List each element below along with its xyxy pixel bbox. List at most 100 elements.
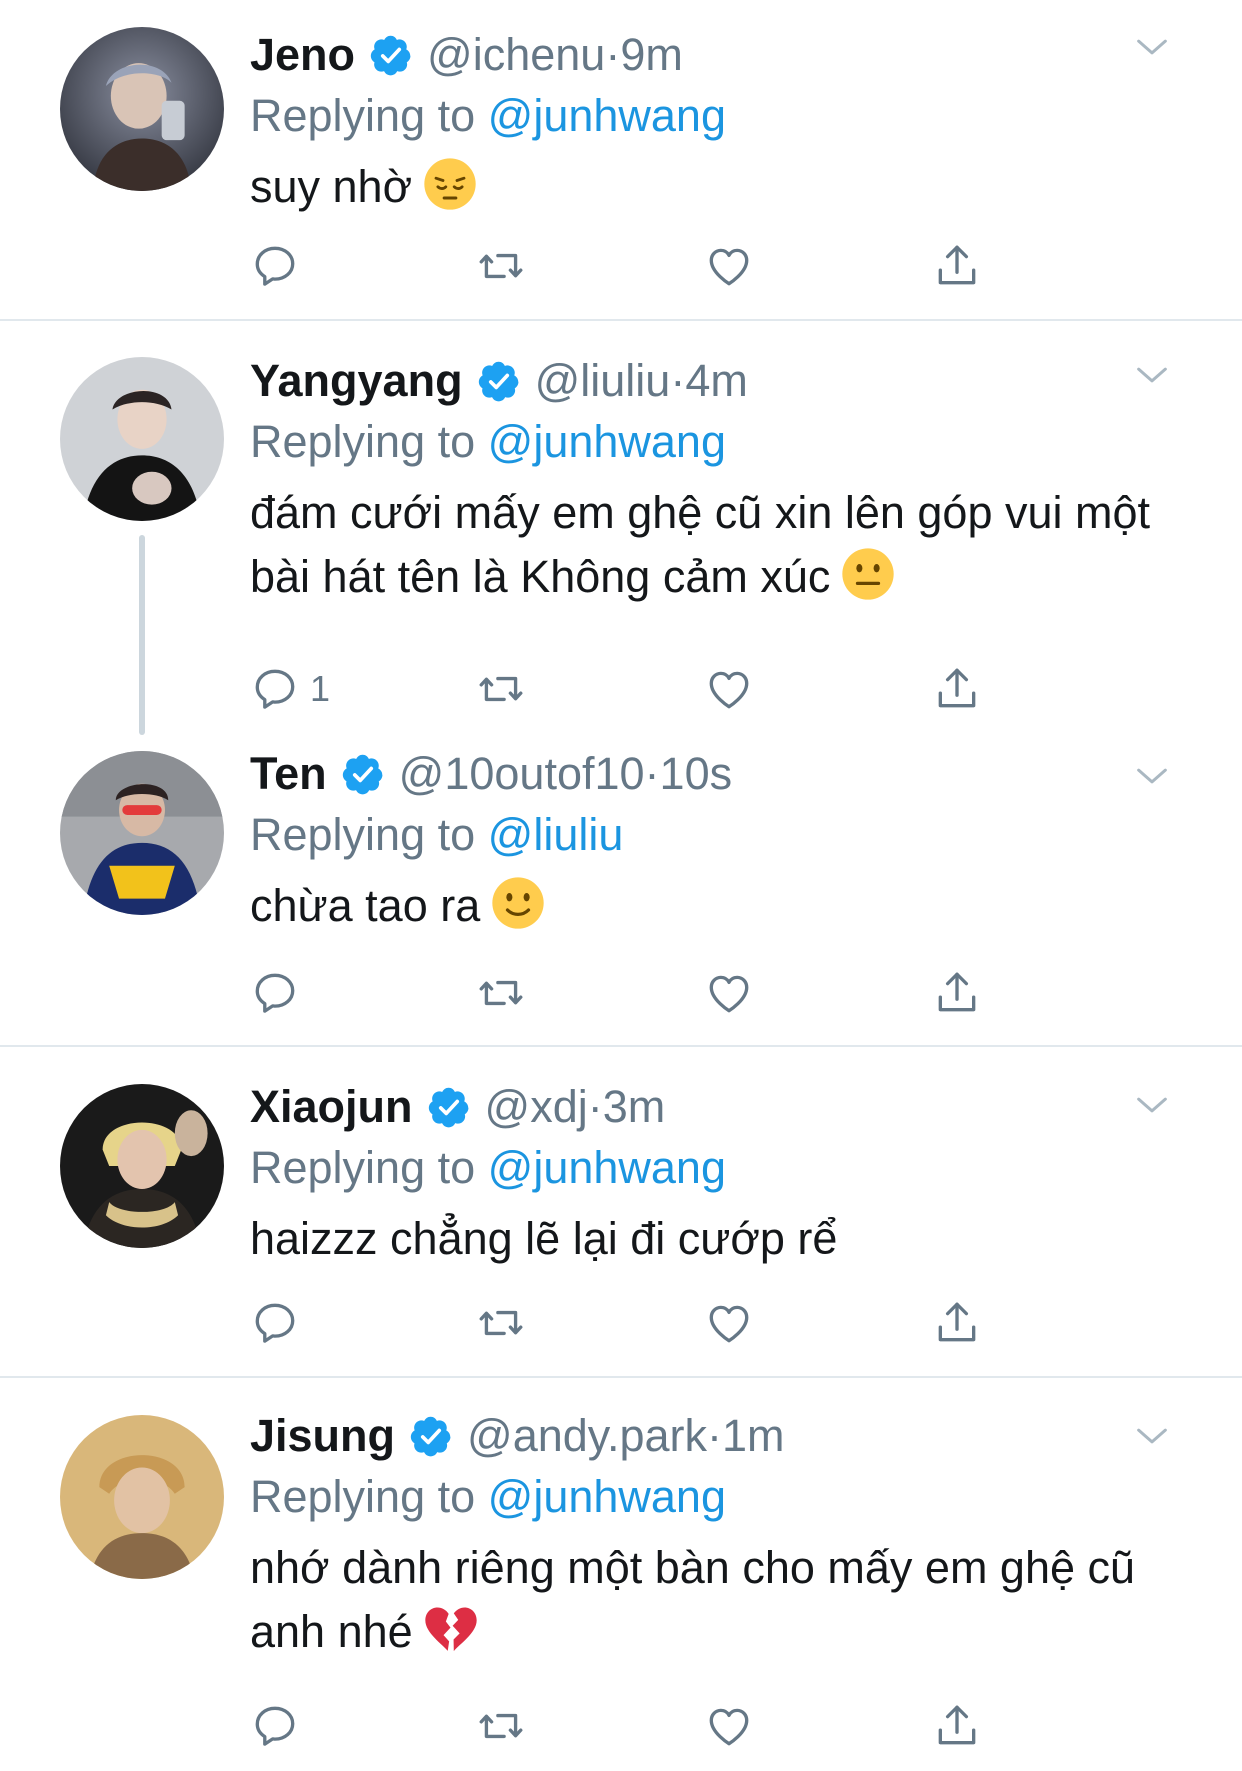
tweet-ten[interactable]: Ten @10outof10 · 10s Replying to @liuliu…	[0, 716, 1242, 1046]
like-icon	[704, 1298, 754, 1348]
replying-to: Replying to @junhwang	[250, 411, 1152, 473]
tweet-body: nhớ dành riêng một bàn cho mấy em ghệ cũ…	[250, 1542, 1136, 1657]
tweet-body: chừa tao ra	[250, 880, 481, 931]
display-name[interactable]: Yangyang	[250, 355, 463, 407]
share-icon	[932, 241, 982, 291]
like-button[interactable]	[704, 659, 754, 719]
tweet-text: chừa tao ra	[250, 874, 1152, 938]
tweet-jisung[interactable]: Jisung @andy.park · 1m Replying to @junh…	[0, 1378, 1242, 1771]
reply-feed: Jeno @ichenu · 9m Replying to @junhwang …	[0, 0, 1242, 1771]
chevron-down-icon[interactable]	[1132, 27, 1172, 67]
replying-prefix: Replying to	[250, 90, 488, 141]
chevron-down-icon[interactable]	[1132, 756, 1172, 796]
replying-to-link[interactable]: @junhwang	[488, 416, 726, 467]
reply-button[interactable]	[250, 963, 310, 1023]
replying-to-link[interactable]: @junhwang	[488, 90, 726, 141]
handle[interactable]: @xdj	[485, 1081, 588, 1133]
tweet-xiaojun[interactable]: Xiaojun @xdj · 3m Replying to @junhwang …	[0, 1047, 1242, 1377]
tweet-header: Jeno @ichenu · 9m	[250, 25, 1152, 85]
share-button[interactable]	[932, 659, 982, 719]
tweet-header: Ten @10outof10 · 10s	[250, 744, 1152, 804]
avatar-xiaojun[interactable]	[60, 1084, 224, 1248]
chevron-down-icon[interactable]	[1132, 1416, 1172, 1456]
display-name[interactable]: Jisung	[250, 1410, 395, 1462]
avatar-ten[interactable]	[60, 751, 224, 915]
reply-button[interactable]	[250, 1696, 310, 1756]
tweet-actions	[250, 963, 1010, 1023]
replying-to: Replying to @junhwang	[250, 1137, 1152, 1199]
timestamp[interactable]: 9m	[620, 29, 683, 81]
retweet-icon	[476, 241, 526, 291]
avatar-jeno[interactable]	[60, 27, 224, 191]
replying-to: Replying to @junhwang	[250, 1466, 1152, 1528]
tweet-yangyang[interactable]: Yangyang @liuliu · 4m Replying to @junhw…	[0, 321, 1242, 735]
retweet-button[interactable]	[476, 659, 526, 719]
like-button[interactable]	[704, 1696, 754, 1756]
replying-prefix: Replying to	[250, 809, 488, 860]
display-name[interactable]: Jeno	[250, 29, 355, 81]
retweet-button[interactable]	[476, 963, 526, 1023]
pensive-face-emoji	[424, 158, 476, 210]
replying-to-link[interactable]: @junhwang	[488, 1142, 726, 1193]
avatar-jisung[interactable]	[60, 1415, 224, 1579]
display-name[interactable]: Xiaojun	[250, 1081, 413, 1133]
slightly-smiling-face-emoji	[492, 877, 544, 929]
reply-count: 1	[310, 668, 331, 709]
handle[interactable]: @andy.park	[467, 1410, 707, 1462]
tweet-body: đám cưới mấy em ghệ cũ xin lên góp vui m…	[250, 487, 1151, 602]
verified-badge-icon	[369, 33, 413, 77]
tweet-body: haizzz chẳng lẽ lại đi cướp rể	[250, 1213, 838, 1264]
timestamp[interactable]: 1m	[722, 1410, 785, 1462]
reply-button[interactable]	[250, 236, 310, 296]
replying-prefix: Replying to	[250, 1142, 488, 1193]
tweet-text: haizzz chẳng lẽ lại đi cướp rể	[250, 1207, 1152, 1271]
tweet-text: nhớ dành riêng một bàn cho mấy em ghệ cũ…	[250, 1536, 1152, 1664]
retweet-button[interactable]	[476, 236, 526, 296]
handle[interactable]: @liuliu	[535, 355, 671, 407]
chevron-down-icon[interactable]	[1132, 355, 1172, 395]
separator: ·	[605, 29, 621, 80]
tweet-body: suy nhờ	[250, 161, 413, 212]
verified-badge-icon	[409, 1414, 453, 1458]
share-button[interactable]	[932, 963, 982, 1023]
handle[interactable]: @ichenu	[427, 29, 605, 81]
avatar-yangyang[interactable]	[60, 357, 224, 521]
handle[interactable]: @10outof10	[399, 748, 645, 800]
tweet-header: Yangyang @liuliu · 4m	[250, 351, 1152, 411]
display-name[interactable]: Ten	[250, 748, 327, 800]
separator: ·	[707, 1410, 722, 1461]
reply-icon	[250, 664, 300, 714]
like-button[interactable]	[704, 963, 754, 1023]
share-button[interactable]	[932, 1696, 982, 1756]
tweet-actions	[250, 1696, 1010, 1756]
replying-to-link[interactable]: @liuliu	[488, 809, 624, 860]
like-button[interactable]	[704, 1293, 754, 1353]
like-button[interactable]	[704, 236, 754, 296]
share-button[interactable]	[932, 1293, 982, 1353]
tweet-text: đám cưới mấy em ghệ cũ xin lên góp vui m…	[250, 481, 1152, 609]
share-button[interactable]	[932, 236, 982, 296]
reply-button[interactable]	[250, 1293, 310, 1353]
timestamp[interactable]: 10s	[660, 748, 733, 800]
separator: ·	[670, 355, 686, 406]
tweet-actions	[250, 1293, 1010, 1353]
timestamp[interactable]: 3m	[603, 1081, 666, 1133]
verified-badge-icon	[427, 1085, 471, 1129]
replying-prefix: Replying to	[250, 1471, 488, 1522]
separator: ·	[644, 748, 660, 799]
reply-button[interactable]: 1	[250, 659, 330, 719]
retweet-button[interactable]	[476, 1293, 526, 1353]
timestamp[interactable]: 4m	[685, 355, 748, 407]
tweet-jeno[interactable]: Jeno @ichenu · 9m Replying to @junhwang …	[0, 0, 1242, 320]
separator: ·	[587, 1081, 603, 1132]
chevron-down-icon[interactable]	[1132, 1085, 1172, 1125]
verified-badge-icon	[477, 359, 521, 403]
like-icon	[704, 241, 754, 291]
share-icon	[932, 1298, 982, 1348]
replying-to-link[interactable]: @junhwang	[488, 1471, 726, 1522]
share-icon	[932, 1701, 982, 1751]
verified-badge-icon	[341, 752, 385, 796]
broken-heart-emoji	[425, 1607, 477, 1652]
reply-icon	[250, 241, 300, 291]
retweet-button[interactable]	[476, 1696, 526, 1756]
